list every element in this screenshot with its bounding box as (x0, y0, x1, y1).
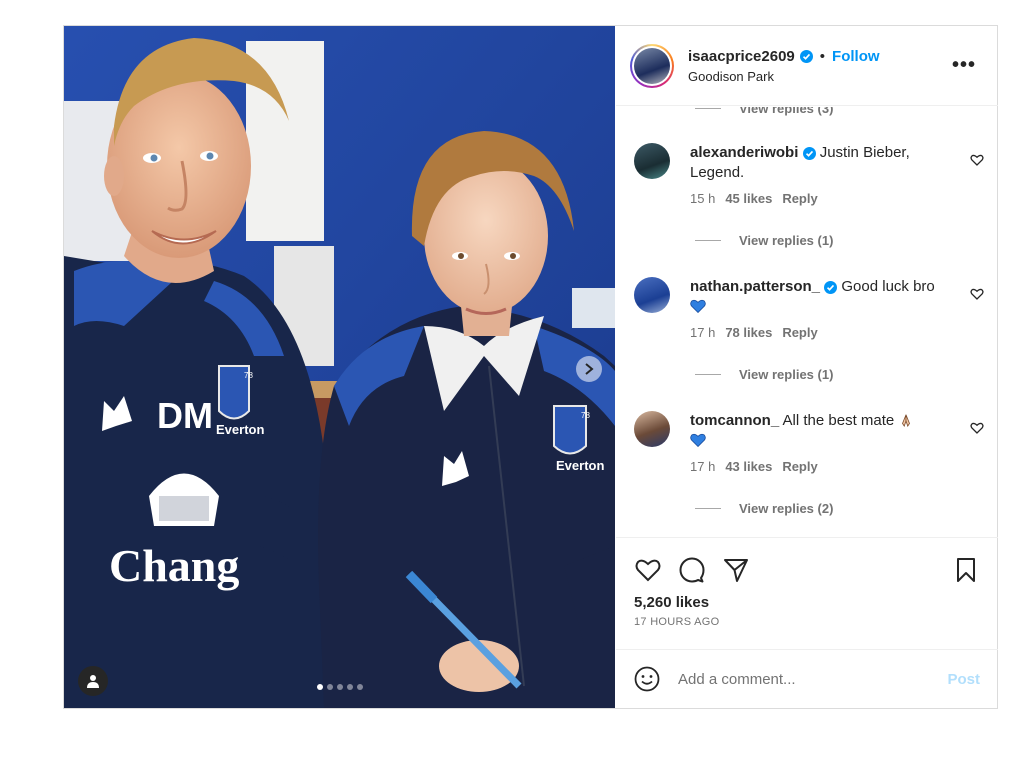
post-side-panel: isaacprice2609 • Follow Goodison Park ••… (616, 26, 998, 708)
chevron-right-icon (585, 363, 594, 375)
carousel-dot (346, 684, 353, 690)
save-icon[interactable] (952, 556, 980, 584)
verified-badge-icon (802, 146, 816, 160)
comment-avatar[interactable] (634, 143, 670, 179)
comment-likes[interactable]: 45 likes (725, 191, 772, 206)
comment-text: All the best mate (782, 412, 895, 429)
comment-like-icon[interactable] (970, 153, 984, 167)
comment-item: alexanderiwobi Justin Bieber, Legend. 15… (634, 143, 984, 273)
post-location[interactable]: Goodison Park (688, 69, 880, 84)
comment-avatar[interactable] (634, 411, 670, 447)
post-actions: 5,260 likes 17 HOURS AGO (616, 537, 998, 649)
verified-badge-icon (799, 49, 813, 63)
comment-reply-button[interactable]: Reply (782, 459, 817, 474)
comment-time: 15 h (690, 191, 716, 206)
carousel-indicator (64, 684, 615, 690)
comment-input[interactable] (678, 670, 928, 688)
verified-badge-icon (824, 280, 838, 294)
comment-likes[interactable]: 43 likes (725, 459, 772, 474)
author-avatar[interactable] (630, 43, 674, 88)
add-comment-bar: Post (616, 649, 998, 708)
next-slide-button[interactable] (576, 356, 602, 382)
post-comment-button[interactable]: Post (947, 671, 980, 688)
club-text-right: Everton (556, 458, 604, 473)
comment-item: tomcannon_ All the best mate 17 h 43 lik… (634, 411, 984, 537)
post-timestamp: 17 HOURS AGO (634, 616, 720, 628)
comment-like-icon[interactable] (970, 287, 984, 301)
view-replies-button[interactable]: View replies (1) (616, 365, 833, 383)
comment-likes[interactable]: 78 likes (725, 325, 772, 340)
comment-item: nathan.patterson_ Good luck bro 17 h 78 … (634, 277, 984, 407)
crest-year-left: 78 (244, 371, 253, 380)
comment-username[interactable]: nathan.patterson_ (690, 278, 820, 295)
post-container: 78 Everton DM Chang 78 Everton isaacpric… (63, 25, 998, 709)
comment-icon[interactable] (678, 556, 706, 584)
shirt-initials: DM (157, 395, 213, 436)
view-replies-button[interactable]: View replies (3) (616, 107, 833, 117)
carousel-dot (316, 684, 323, 690)
emoji-icon[interactable] (634, 666, 660, 692)
comment-avatar[interactable] (634, 277, 670, 313)
post-header: isaacprice2609 • Follow Goodison Park ••… (616, 26, 998, 106)
like-icon[interactable] (634, 556, 662, 584)
comments-list[interactable]: View replies (3) alexanderiwobi Justin B… (616, 107, 998, 537)
view-replies-button[interactable]: View replies (2) (616, 499, 833, 517)
praying-hands-emoji-icon (902, 414, 911, 427)
post-media[interactable]: 78 Everton DM Chang 78 Everton (64, 26, 615, 708)
blue-heart-emoji-icon (690, 299, 706, 313)
sponsor-text: Chang (109, 540, 239, 591)
comment-username[interactable]: tomcannon_ (690, 412, 779, 429)
crest-year-right: 78 (581, 411, 590, 420)
header-separator: • (819, 47, 826, 65)
post-photo: 78 Everton DM Chang 78 Everton (64, 26, 615, 708)
carousel-dot (326, 684, 333, 690)
blue-heart-emoji-icon (690, 433, 706, 447)
author-avatar-image (634, 47, 670, 84)
follow-button[interactable]: Follow (832, 48, 880, 65)
carousel-dot (336, 684, 343, 690)
share-icon[interactable] (722, 556, 750, 584)
view-replies-label: View replies (1) (739, 232, 834, 248)
comment-reply-button[interactable]: Reply (782, 325, 817, 340)
comment-like-icon[interactable] (970, 421, 984, 435)
view-replies-button[interactable]: View replies (1) (616, 231, 833, 249)
author-username[interactable]: isaacprice2609 (688, 48, 795, 65)
view-replies-label: View replies (3) (739, 107, 834, 116)
view-replies-label: View replies (1) (739, 366, 834, 382)
comment-text: Good luck bro (841, 278, 935, 295)
more-options-button[interactable]: ••• (952, 54, 976, 77)
comment-reply-button[interactable]: Reply (782, 191, 817, 206)
comment-time: 17 h (690, 459, 716, 474)
comment-time: 17 h (690, 325, 716, 340)
club-text-left: Everton (216, 422, 264, 437)
carousel-dot (356, 684, 363, 690)
tagged-users-button[interactable] (78, 666, 108, 696)
comment-username[interactable]: alexanderiwobi (690, 144, 798, 161)
view-replies-label: View replies (2) (739, 500, 834, 516)
likes-count[interactable]: 5,260 likes (634, 594, 709, 611)
